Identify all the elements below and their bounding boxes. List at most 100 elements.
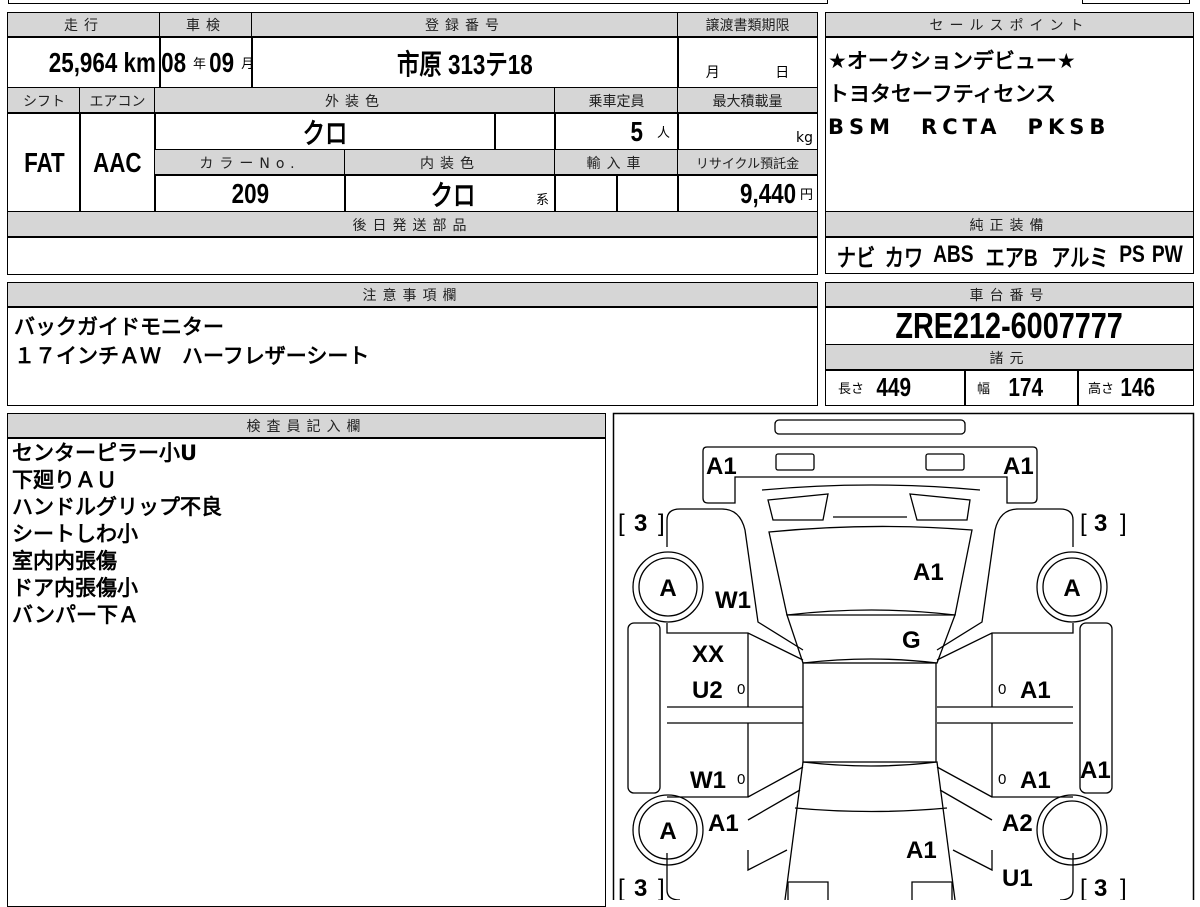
- mileage-number: 25,964: [48, 46, 118, 78]
- tire-front-right: A: [1063, 575, 1080, 602]
- inspector-line: 室内内張傷: [12, 549, 117, 573]
- equipment-item: ナビ: [836, 244, 876, 272]
- max-load-unit: kg: [796, 130, 813, 146]
- equipment-item: エアB: [985, 244, 1038, 272]
- color-no-cell: 209: [154, 174, 346, 213]
- equipment-item: PW: [1152, 241, 1184, 268]
- label-roof: G: [902, 627, 921, 654]
- inspector-lines: センターピラー小U 下廻りＡＵ ハンドルグリップ不良 シートしわ小 室内内張傷 ドア内張傷…: [12, 440, 222, 629]
- svg-text:[: [: [1080, 510, 1087, 537]
- registration-value: 市原 313テ18: [397, 48, 533, 80]
- inspector-line: ドア内張傷小: [12, 576, 138, 600]
- later-parts-header: 後日発送部品: [7, 211, 818, 238]
- svg-text:]: ]: [1120, 510, 1127, 537]
- year-unit: 年: [192, 57, 206, 72]
- registration-cell: 市原 313テ18: [251, 36, 679, 89]
- label-right-rear-fender: A2: [1002, 810, 1033, 837]
- door-mark: 0: [998, 771, 1006, 788]
- transfer-deadline-cell: 月日: [677, 36, 818, 89]
- label-left-rear-door: W1: [690, 767, 726, 794]
- inspection-year: 08: [160, 46, 186, 78]
- capacity-cell: 5人: [554, 112, 679, 151]
- sales-point-line: BSM RCTA PKSB: [828, 115, 1111, 139]
- sales-point-line: ★オークションデビュー★: [828, 49, 1076, 73]
- color-no-header: カラーNo.: [154, 149, 346, 176]
- capacity-value: 5: [630, 115, 644, 147]
- recycle-cell: 9,440 円: [677, 174, 818, 213]
- inspector-line: シートしわ小: [12, 522, 138, 546]
- notes-header: 注意事項欄: [7, 282, 818, 308]
- ac-cell: AAC: [79, 112, 156, 213]
- inspector-line: 下廻りＡＵ: [12, 468, 117, 492]
- label-hood: A1: [913, 559, 944, 586]
- mileage-cell: 25,964 km: [7, 36, 161, 89]
- equipment-list: ナビ カワ ABS エアB アルミ PS PW: [825, 236, 1194, 274]
- max-load-header: 最大積載量: [677, 87, 818, 114]
- sales-points-body: ★オークションデビュー★ トヨタセーフティセンス BSM RCTA PKSB: [825, 36, 1194, 213]
- exterior-color-value: クロ: [302, 117, 348, 149]
- sales-point-line: トヨタセーフティセンス: [828, 82, 1057, 106]
- label-trunk: A1: [906, 837, 937, 864]
- tread-rl: 3: [634, 875, 647, 900]
- max-load-cell: kg: [677, 112, 818, 151]
- label-left-front-door-1: XX: [692, 641, 724, 668]
- inspector-header: 検査員記入欄: [7, 413, 606, 439]
- tread-fl: 3: [634, 510, 647, 537]
- equipment-item: ABS: [933, 241, 974, 268]
- capacity-header: 乗車定員: [554, 87, 679, 114]
- color-no-value: 209: [231, 177, 269, 209]
- length-value: 449: [876, 372, 912, 402]
- interior-color-header: 内装色: [344, 149, 556, 176]
- equipment-item: アルミ: [1051, 244, 1109, 272]
- transfer-month: 月: [705, 65, 720, 81]
- height-value: 146: [1120, 372, 1156, 402]
- tire-front-left: A: [659, 575, 676, 602]
- length-label: 長さ: [838, 382, 865, 397]
- registration-header: 登録番号: [251, 12, 679, 38]
- exterior-color-cell: クロ: [154, 112, 496, 151]
- shift-cell: FAT: [7, 112, 81, 213]
- import-cell-1: [554, 174, 618, 213]
- svg-text:]: ]: [658, 875, 665, 900]
- inspection-header: 車検: [159, 12, 253, 38]
- equipment-header: 純正装備: [825, 211, 1194, 238]
- width-label: 幅: [977, 382, 991, 397]
- height-cell: 高さ 146: [1077, 369, 1194, 406]
- recycle-header: リサイクル預託金: [677, 149, 818, 176]
- label-right-rear-door: A1: [1020, 767, 1051, 794]
- top-cut-row: [8, 0, 828, 4]
- label-right-front-door: A1: [1020, 677, 1051, 704]
- height-label: 高さ: [1088, 382, 1115, 397]
- ac-value: AAC: [93, 146, 142, 178]
- interior-suffix: 系: [535, 193, 549, 208]
- chassis-cell: ZRE212-6007777: [825, 306, 1194, 346]
- interior-color-cell: クロ 系: [344, 174, 556, 213]
- label-right-sill: A1: [1080, 757, 1111, 784]
- ac-header: エアコン: [79, 87, 156, 114]
- mileage-unit: km: [123, 46, 156, 78]
- chassis-number: ZRE212-6007777: [895, 306, 1124, 346]
- import-header: 輸入車: [554, 149, 679, 176]
- svg-text:]: ]: [658, 510, 665, 537]
- exterior-blank-cell: [494, 112, 556, 151]
- note-line: １７インチＡＷ ハーフレザーシート: [14, 344, 370, 368]
- recycle-unit: 円: [799, 188, 813, 203]
- note-line: バックガイドモニター: [14, 315, 224, 339]
- label-left-rear-fender: A1: [708, 810, 739, 837]
- car-damage-diagram: A1 A1 A1 W1 G XX U2 0 0 A1 W1 0 0 A1 A1 …: [612, 412, 1195, 900]
- label-windshield-left: W1: [715, 587, 751, 614]
- length-cell: 長さ 449: [825, 369, 966, 406]
- mileage-value: 25,964 km: [49, 47, 156, 79]
- inspection-cell: 08 年 09 月: [159, 36, 253, 89]
- inspector-body: センターピラー小U 下廻りＡＵ ハンドルグリップ不良 シートしわ小 室内内張傷 ドア内張傷…: [7, 437, 606, 907]
- label-rear-right: U1: [1002, 865, 1033, 892]
- notes-lines: バックガイドモニター １７インチＡＷ ハーフレザーシート: [14, 313, 369, 371]
- label-front-right: A1: [1003, 453, 1034, 480]
- label-front-left: A1: [706, 453, 737, 480]
- import-cell-2: [616, 174, 679, 213]
- door-mark: 0: [998, 681, 1006, 698]
- transfer-deadline-header: 譲渡書類期限: [677, 12, 818, 38]
- specs-header: 諸元: [825, 344, 1194, 371]
- svg-text:]: ]: [1120, 875, 1127, 900]
- mileage-header: 走行: [7, 12, 161, 38]
